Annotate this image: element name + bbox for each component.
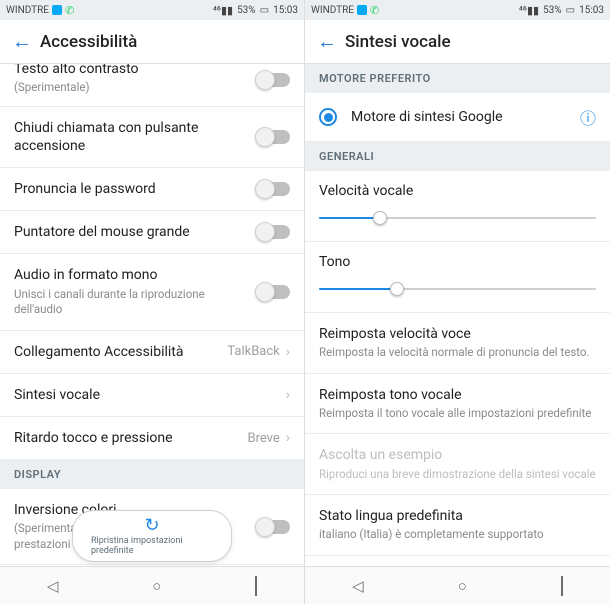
- row-subtitle: Unisci i canali durante la riproduzione …: [14, 287, 248, 318]
- carrier: WINDTRE: [6, 5, 49, 16]
- chevron-right-icon: ›: [286, 430, 290, 446]
- page-title: Accessibilità: [40, 32, 137, 52]
- row-lang-status[interactable]: Stato lingua predefinita italiano (Itali…: [305, 495, 610, 556]
- signal-icon: ⁴⁶▮▮: [213, 5, 233, 16]
- row-title: Stato lingua predefinita: [319, 507, 596, 525]
- nav-home[interactable]: ○: [442, 571, 483, 601]
- row-title: Ascolta un esempio: [319, 446, 596, 464]
- row-subtitle: (Sperimentale): [14, 80, 248, 96]
- carrier: WINDTRE: [311, 5, 354, 16]
- battery-icon: ▭: [566, 5, 575, 16]
- settings-list: Testo alto contrasto (Sperimentale) Chiu…: [0, 64, 304, 566]
- row-speech-rate: Velocità vocale: [305, 171, 610, 242]
- row-tts[interactable]: Sintesi vocale ›: [0, 374, 304, 417]
- status-bar: WINDTRE ✆ ⁴⁶▮▮ 53% ▭ 15:03: [0, 0, 304, 20]
- nav-bar: ◁ ○: [305, 566, 610, 604]
- back-button[interactable]: ←: [8, 23, 40, 60]
- nav-home[interactable]: ○: [136, 571, 177, 601]
- switch[interactable]: [256, 182, 290, 196]
- row-subtitle: Riproduci una breve dimostrazione della …: [319, 467, 596, 483]
- row-title: Pronuncia le password: [14, 180, 248, 198]
- switch[interactable]: [256, 225, 290, 239]
- row-high-contrast[interactable]: Testo alto contrasto (Sperimentale): [0, 64, 304, 107]
- battery-percent: 53%: [543, 5, 562, 16]
- app-bar: ← Accessibilità: [0, 20, 304, 64]
- row-title: Sintesi vocale: [14, 386, 280, 404]
- section-engine: MOTORE PREFERITO: [305, 64, 610, 93]
- row-engine[interactable]: Motore di sintesi Google ⓘ: [305, 93, 610, 142]
- app-bar: ← Sintesi vocale: [305, 20, 610, 64]
- back-button[interactable]: ←: [313, 23, 345, 60]
- app-icon: [52, 5, 62, 15]
- tts-list: MOTORE PREFERITO Motore di sintesi Googl…: [305, 64, 610, 566]
- page-title: Sintesi vocale: [345, 32, 451, 52]
- status-bar: WINDTRE ✆ ⁴⁶▮▮ 53% ▭ 15:03: [305, 0, 610, 20]
- whatsapp-icon: ✆: [65, 4, 74, 17]
- row-subtitle: Reimposta la velocità normale di pronunc…: [319, 345, 596, 361]
- chevron-right-icon: ›: [286, 387, 290, 403]
- slider-speech-rate[interactable]: [319, 209, 596, 227]
- clock: 15:03: [579, 5, 604, 16]
- row-title: Motore di sintesi Google: [351, 108, 572, 126]
- app-icon: [357, 5, 367, 15]
- slider-pitch[interactable]: [319, 280, 596, 298]
- row-subtitle: italiano (Italia) è completamente suppor…: [319, 527, 596, 543]
- chevron-right-icon: ›: [286, 344, 290, 360]
- section-general: GENERALI: [305, 142, 610, 171]
- row-title: Ritardo tocco e pressione: [14, 429, 239, 447]
- row-title: Tono: [319, 254, 596, 270]
- nav-recent[interactable]: [239, 571, 273, 601]
- row-pitch: Tono: [305, 242, 610, 313]
- row-value: TalkBack: [227, 344, 279, 359]
- battery-percent: 53%: [237, 5, 256, 16]
- nav-back[interactable]: ◁: [31, 571, 75, 601]
- info-icon[interactable]: ⓘ: [580, 105, 596, 129]
- switch[interactable]: [256, 520, 290, 534]
- battery-icon: ▭: [260, 5, 269, 16]
- row-big-pointer[interactable]: Puntatore del mouse grande: [0, 211, 304, 254]
- row-title: Collegamento Accessibilità: [14, 343, 219, 361]
- row-a11y-shortcut[interactable]: Collegamento Accessibilità TalkBack ›: [0, 331, 304, 374]
- row-title: Audio in formato mono: [14, 266, 248, 284]
- row-title: Testo alto contrasto: [14, 64, 248, 78]
- signal-icon: ⁴⁶▮▮: [519, 5, 539, 16]
- reset-label: Ripristina impostazioni predefinite: [91, 536, 213, 556]
- row-example: Ascolta un esempio Riproduci una breve d…: [305, 434, 610, 495]
- switch[interactable]: [256, 285, 290, 299]
- row-title: Chiudi chiamata con pulsante accensione: [14, 119, 248, 155]
- slider-thumb[interactable]: [373, 211, 387, 225]
- row-title: Reimposta tono vocale: [319, 386, 596, 404]
- row-touch-hold[interactable]: Ritardo tocco e pressione Breve ›: [0, 417, 304, 460]
- row-speak-passwords[interactable]: Pronuncia le password: [0, 168, 304, 211]
- section-display: DISPLAY: [0, 460, 304, 489]
- nav-recent[interactable]: [545, 571, 579, 601]
- row-reset-pitch[interactable]: Reimposta tono vocale Reimposta il tono …: [305, 374, 610, 435]
- switch[interactable]: [256, 73, 290, 87]
- row-title: Puntatore del mouse grande: [14, 223, 248, 241]
- clock: 15:03: [273, 5, 298, 16]
- row-mono-audio[interactable]: Audio in formato mono Unisci i canali du…: [0, 254, 304, 330]
- switch[interactable]: [256, 130, 290, 144]
- row-value: Breve: [247, 431, 279, 446]
- slider-thumb[interactable]: [390, 282, 404, 296]
- radio-selected[interactable]: [319, 108, 337, 126]
- whatsapp-icon: ✆: [370, 4, 379, 17]
- nav-bar: ◁ ○: [0, 566, 304, 604]
- row-title: Velocità vocale: [319, 183, 596, 199]
- row-reset-rate[interactable]: Reimposta velocità voce Reimposta la vel…: [305, 313, 610, 374]
- reset-defaults-button[interactable]: ↻ Ripristina impostazioni predefinite: [72, 510, 232, 562]
- nav-back[interactable]: ◁: [336, 571, 380, 601]
- row-subtitle: Reimposta il tono vocale alle impostazio…: [319, 406, 596, 422]
- row-end-call[interactable]: Chiudi chiamata con pulsante accensione: [0, 107, 304, 168]
- reset-icon: ↻: [144, 517, 159, 535]
- row-title: Reimposta velocità voce: [319, 325, 596, 343]
